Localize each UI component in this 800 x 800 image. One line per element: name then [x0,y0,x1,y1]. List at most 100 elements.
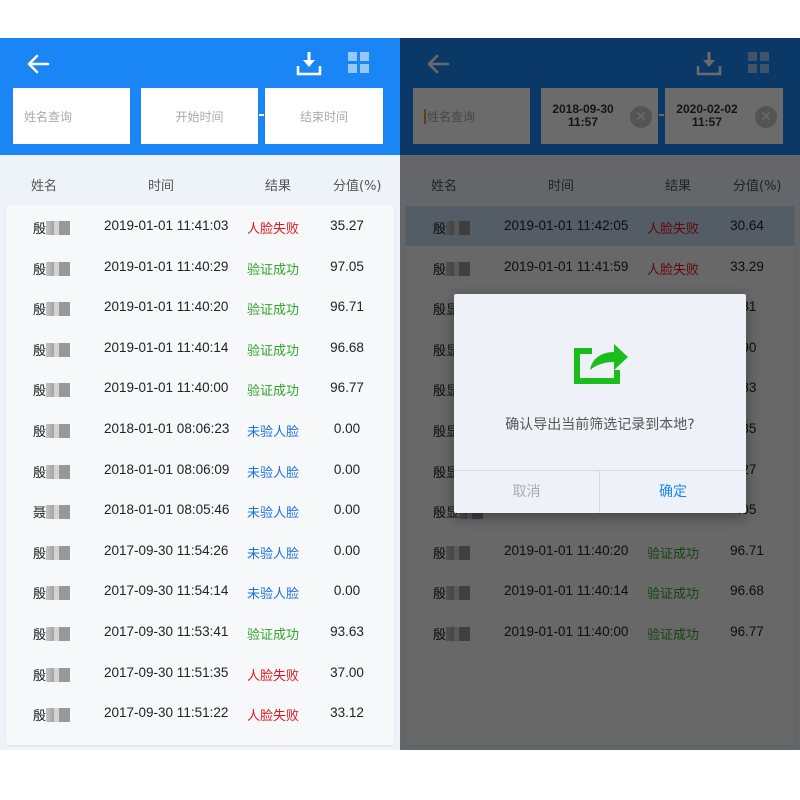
arrow-left-icon[interactable] [24,50,52,78]
cell-time: 2018-01-01 08:05:46 [104,502,230,518]
cell-name: 殷 [33,218,71,237]
cell-score: 37.00 [330,664,364,680]
cell-score: 0.00 [333,542,361,558]
cancel-button[interactable]: 取消 [454,471,600,513]
name-search-placeholder: 姓名查询 [24,109,73,124]
cell-result: 未验人脸 [247,506,300,522]
cell-result: 验证成功 [247,303,300,319]
cell-score: 35.27 [330,218,364,233]
cell-result: 未验人脸 [247,465,300,481]
column-time: 时间 [148,179,175,194]
table-row[interactable]: 殷 2019-01-01 11:40:20 验证成功 96.71 [6,287,394,327]
cell-time: 2017-09-30 11:54:26 [104,542,229,558]
cell-name: 殷 [33,340,71,359]
cell-score: 0.00 [333,421,361,436]
column-name: 姓名 [31,179,58,194]
cell-score: 93.63 [330,624,364,639]
name-mosaic [46,464,71,479]
table-row[interactable]: 殷 2017-09-30 11:51:22 人脸失败 33.12 [6,693,394,733]
table-row[interactable]: 聂 2018-01-01 08:05:46 未验人脸 0.00 [6,490,394,530]
name-mosaic [46,667,71,682]
cell-result: 验证成功 [247,628,300,643]
cell-score: 96.71 [330,299,364,315]
cell-score: 0.00 [333,461,361,477]
name-mosaic [46,627,71,641]
table-row[interactable]: 殷 2019-01-01 11:41:03 人脸失败 35.27 [6,206,394,246]
cell-name: 殷 [33,259,71,278]
name-mosaic [46,586,71,601]
name-mosaic [46,342,71,357]
cell-name: 殷 [33,462,71,481]
table-row[interactable]: 殷 2017-09-30 11:54:14 未验人脸 0.00 [6,571,394,611]
download-icon[interactable] [296,50,322,76]
cell-time: 2019-01-01 11:40:29 [104,258,229,274]
end-time-input[interactable]: 结束时间 [265,88,383,144]
cell-time: 2017-09-30 11:54:14 [104,583,229,599]
start-time-input[interactable]: 开始时间 [141,88,258,144]
records-list: 殷 2019-01-01 11:41:03 人脸失败 35.27 殷 2019-01-01… [6,205,394,745]
cell-name: 殷 [33,665,71,684]
name-mosaic [46,221,71,235]
table-row[interactable]: 殷 2017-09-30 11:53:41 验证成功 93.63 [6,612,394,652]
cell-result: 未验人脸 [247,425,300,440]
records-screen-left: 姓名查询 开始时间 结束时间 姓名 时间 结果 分值(%) 殷 2019-01-0… [0,38,400,750]
table-row[interactable]: 殷 2017-09-30 11:51:35 人脸失败 37.00 [6,653,394,693]
cell-result: 未验人脸 [247,546,300,562]
cell-time: 2017-09-30 11:53:41 [104,624,229,639]
records-screen-right: 姓名查询 2018-09-30 11:57 ✕ 2020-02-02 11:57… [400,38,800,750]
cell-name: 殷 [33,380,71,399]
column-result: 结果 [265,179,292,194]
cell-result: 人脸失败 [247,668,300,684]
cell-result: 人脸失败 [247,222,300,237]
name-mosaic [46,383,71,398]
cell-time: 2019-01-01 11:41:03 [104,218,229,233]
dialog-message: 确认导出当前筛选记录到本地? [505,417,695,433]
name-mosaic [46,505,71,520]
cell-name: 殷 [33,421,71,440]
cell-time: 2019-01-01 11:40:20 [104,299,229,315]
cell-name: 殷 [33,543,71,562]
column-score: 分值(%) [333,179,382,194]
cell-score: 96.77 [330,380,364,396]
cell-time: 2019-01-01 11:40:00 [104,380,229,396]
table-header: 姓名 时间 结果 分值(%) [0,162,400,204]
cell-result: 未验人脸 [247,587,300,603]
cell-result: 人脸失败 [247,709,300,725]
cell-time: 2018-01-01 08:06:23 [104,421,230,436]
cell-result: 验证成功 [247,343,300,359]
table-row[interactable]: 殷 2017-09-30 11:54:26 未验人脸 0.00 [6,531,394,571]
name-mosaic [46,424,71,438]
cell-name: 殷 [33,299,71,318]
table-row[interactable]: 殷 2019-01-01 11:40:14 验证成功 96.68 [6,328,394,368]
date-range-separator [259,114,264,116]
cell-score: 96.68 [330,339,364,355]
start-time-placeholder: 开始时间 [175,109,224,124]
confirm-button[interactable]: 确定 [600,471,746,513]
cell-result: 验证成功 [247,384,300,400]
end-time-placeholder: 结束时间 [299,109,348,124]
cell-time: 2017-09-30 11:51:22 [104,705,229,721]
cell-score: 0.00 [333,502,361,518]
top-bar: 姓名查询 开始时间 结束时间 [0,38,400,155]
name-mosaic [46,261,71,276]
cell-result: 验证成功 [247,262,300,278]
cell-score: 0.00 [333,583,361,599]
cell-score: 33.12 [330,705,364,721]
name-mosaic [46,302,71,317]
table-row[interactable]: 殷 2019-01-01 11:40:29 验证成功 97.05 [6,247,394,287]
name-mosaic [46,708,71,723]
cell-name: 殷 [33,624,71,643]
dialog-buttons: 取消 确定 [454,470,746,513]
cell-time: 2017-09-30 11:51:35 [104,664,229,680]
grid-icon[interactable] [348,52,370,74]
cell-name: 殷 [33,705,71,724]
table-row[interactable]: 殷 2019-01-01 11:40:00 验证成功 96.77 [6,368,394,408]
cell-name: 殷 [33,583,71,602]
name-mosaic [46,545,71,560]
cell-score: 97.05 [330,258,364,274]
table-row[interactable]: 殷 2018-01-01 08:06:09 未验人脸 0.00 [6,450,394,490]
name-search-input[interactable]: 姓名查询 [13,88,130,144]
export-share-icon [574,344,628,384]
table-row[interactable]: 殷 2018-01-01 08:06:23 未验人脸 0.00 [6,409,394,449]
cell-time: 2018-01-01 08:06:09 [104,461,230,477]
